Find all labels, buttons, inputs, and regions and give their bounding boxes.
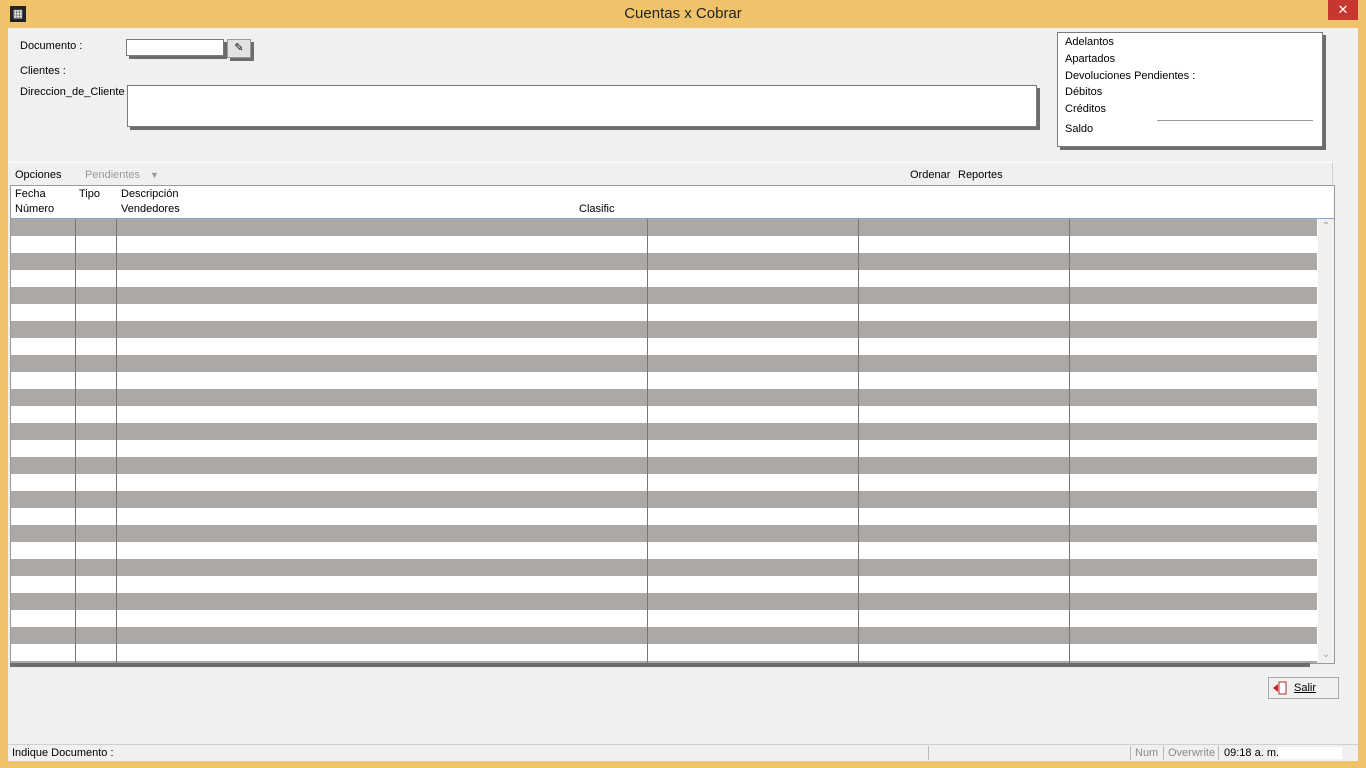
main-form: Documento : ✎ Clientes : Direccion_de_Cl…	[8, 28, 1358, 761]
direccion-field[interactable]	[127, 85, 1037, 127]
column-divider	[858, 219, 859, 663]
debitos-label: Débitos	[1065, 86, 1103, 98]
status-message: Indique Documento :	[12, 747, 114, 759]
num-lock-indicator: Num	[1135, 747, 1159, 759]
documento-label: Documento :	[20, 40, 83, 52]
grid-shadow	[10, 663, 1310, 667]
clientes-label: Clientes :	[20, 65, 66, 77]
column-divider	[647, 219, 648, 663]
status-separator	[928, 746, 929, 760]
column-divider	[116, 219, 117, 663]
direccion-label: Direccion_de_Cliente	[20, 86, 125, 98]
header-numero[interactable]: Número	[15, 203, 54, 215]
menu-bar: Opciones Pendientes ▼ Ordenar Reportes	[10, 162, 1333, 185]
adelantos-label: Adelantos	[1065, 36, 1114, 48]
overwrite-indicator: Overwrite	[1168, 747, 1216, 759]
title-bar: ▦ Cuentas x Cobrar ✕	[0, 0, 1366, 28]
menu-opciones[interactable]: Opciones	[15, 169, 61, 181]
header-fecha[interactable]: Fecha	[15, 188, 46, 200]
documento-input[interactable]	[126, 39, 224, 56]
documents-grid[interactable]: ⌃ ⌄	[10, 218, 1335, 664]
salir-button[interactable]: Salir	[1268, 677, 1339, 699]
summary-divider	[1157, 120, 1313, 121]
menu-pendientes[interactable]: Pendientes	[85, 169, 140, 181]
pencil-search-icon: ✎	[234, 42, 244, 54]
grid-header: Fecha Número Tipo Descripción Vendedores…	[10, 185, 1335, 219]
status-separator	[1218, 746, 1219, 760]
header-clasific[interactable]: Clasific	[579, 203, 614, 215]
creditos-label: Créditos	[1065, 103, 1106, 115]
column-divider	[75, 219, 76, 663]
scroll-up-icon[interactable]: ⌃	[1318, 219, 1334, 235]
redacted-area	[1278, 747, 1342, 759]
status-separator	[1130, 746, 1131, 760]
scroll-down-icon[interactable]: ⌄	[1318, 647, 1334, 663]
status-separator	[1163, 746, 1164, 760]
exit-door-icon	[1273, 681, 1287, 695]
vertical-scrollbar[interactable]: ⌃ ⌄	[1318, 219, 1334, 663]
menu-ordenar[interactable]: Ordenar	[910, 169, 950, 181]
menu-reportes[interactable]: Reportes	[958, 169, 1003, 181]
header-tipo[interactable]: Tipo	[79, 188, 100, 200]
grid-rows[interactable]	[11, 219, 1317, 663]
header-descripcion[interactable]: Descripción	[121, 188, 178, 200]
status-bar: Indique Documento : Num Overwrite 09:18 …	[8, 744, 1358, 761]
devoluciones-label: Devoluciones Pendientes :	[1065, 70, 1196, 82]
close-button[interactable]: ✕	[1328, 0, 1358, 20]
status-time: 09:18 a. m.	[1224, 747, 1280, 759]
header-vendedores[interactable]: Vendedores	[121, 203, 180, 215]
chevron-down-icon[interactable]: ▼	[150, 170, 159, 180]
column-divider	[1069, 219, 1070, 663]
apartados-label: Apartados	[1065, 53, 1116, 65]
window-title: Cuentas x Cobrar	[624, 5, 742, 22]
summary-panel: Adelantos Apartados Devoluciones Pendien…	[1057, 32, 1323, 147]
saldo-label: Saldo	[1065, 123, 1094, 135]
document-search-button[interactable]: ✎	[227, 39, 251, 58]
salir-label: Salir	[1294, 682, 1317, 694]
